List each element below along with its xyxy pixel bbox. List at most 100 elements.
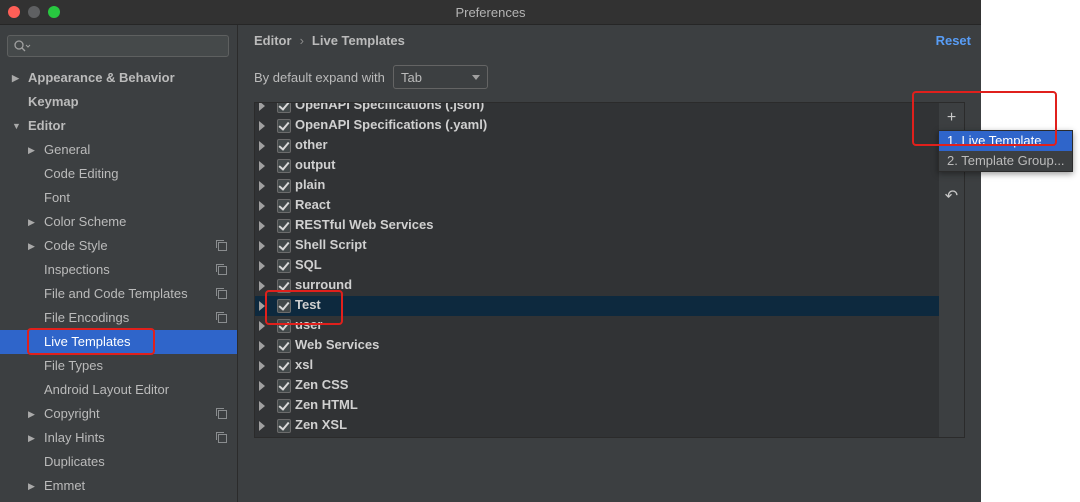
group-enabled-checkbox[interactable] [277,199,291,213]
chevron-right-icon[interactable] [259,281,265,291]
sidebar-item-label: File and Code Templates [44,286,188,301]
group-enabled-checkbox[interactable] [277,239,291,253]
group-enabled-checkbox[interactable] [277,399,291,413]
chevron-right-icon[interactable]: ▶ [28,234,35,258]
template-group-row[interactable]: Web Services [255,336,939,356]
group-enabled-checkbox[interactable] [277,419,291,433]
template-group-name: Shell Script [295,237,367,252]
template-group-row[interactable]: output [255,156,939,176]
sidebar-item[interactable]: ▶ Color Scheme [0,210,237,234]
group-enabled-checkbox[interactable] [277,103,291,113]
template-group-row[interactable]: SQL [255,256,939,276]
project-settings-icon [216,264,227,275]
template-group-row[interactable]: other [255,136,939,156]
expand-with-select[interactable]: Tab [393,65,488,89]
chevron-right-icon[interactable]: ▶ [28,210,35,234]
group-enabled-checkbox[interactable] [277,299,291,313]
sidebar-item[interactable]: ▶ Code Style [0,234,237,258]
template-group-name: other [295,137,328,152]
chevron-right-icon[interactable] [259,381,265,391]
sidebar-item[interactable]: File Encodings [0,306,237,330]
template-group-name: SQL [295,257,322,272]
add-menu-item[interactable]: 2. Template Group... [939,151,1072,171]
sidebar-item[interactable]: ▶ Appearance & Behavior [0,66,237,90]
sidebar-item[interactable]: File Types [0,354,237,378]
template-group-row[interactable]: OpenAPI Specifications (.json) [255,103,939,116]
chevron-right-icon[interactable] [259,241,265,251]
settings-search-input[interactable] [7,35,229,57]
chevron-right-icon[interactable] [259,141,265,151]
chevron-right-icon[interactable] [259,341,265,351]
expand-with-value: Tab [401,70,422,85]
add-icon[interactable]: + [941,108,962,128]
sidebar-item[interactable]: ▼ Editor [0,114,237,138]
group-enabled-checkbox[interactable] [277,379,291,393]
sidebar-item[interactable]: ▶ General [0,138,237,162]
sidebar-item[interactable]: Duplicates [0,450,237,474]
chevron-right-icon[interactable]: ▶ [12,66,19,90]
chevron-right-icon[interactable] [259,121,265,131]
reset-link[interactable]: Reset [936,33,971,48]
group-enabled-checkbox[interactable] [277,359,291,373]
template-group-row[interactable]: plain [255,176,939,196]
sidebar-item[interactable]: Inspections [0,258,237,282]
sidebar-item-label: Appearance & Behavior [28,70,175,85]
template-group-name: user [295,317,323,332]
template-group-row[interactable]: Zen XSL [255,416,939,436]
sidebar-item-label: Font [44,190,71,205]
template-group-row[interactable]: surround [255,276,939,296]
sidebar-item[interactable]: Keymap [0,90,237,114]
template-group-name: OpenAPI Specifications (.yaml) [295,117,488,132]
add-menu-item[interactable]: 1. Live Template [939,131,1072,151]
chevron-right-icon[interactable] [259,103,265,111]
sidebar-item-label: Editor [28,118,66,133]
template-group-name: Test [295,297,321,312]
template-groups-list[interactable]: OpenAPI Specifications (.json) OpenAPI Sp… [254,102,940,438]
group-enabled-checkbox[interactable] [277,279,291,293]
sidebar-item-label: Code Style [44,238,108,253]
group-enabled-checkbox[interactable] [277,219,291,233]
group-enabled-checkbox[interactable] [277,259,291,273]
template-group-row[interactable]: Test [255,296,939,316]
template-group-row[interactable]: Shell Script [255,236,939,256]
sidebar-item[interactable]: File and Code Templates [0,282,237,306]
template-group-row[interactable]: React [255,196,939,216]
window-title: Preferences [455,5,526,20]
chevron-right-icon[interactable]: ▶ [28,138,35,162]
chevron-right-icon[interactable] [259,361,265,371]
sidebar-item[interactable]: Font [0,186,237,210]
chevron-right-icon[interactable] [259,261,265,271]
chevron-down-icon[interactable]: ▼ [12,114,21,138]
template-group-name: surround [295,277,353,292]
template-group-row[interactable]: RESTful Web Services [255,216,939,236]
template-group-row[interactable]: Zen CSS [255,376,939,396]
sidebar-item[interactable]: Code Editing [0,162,237,186]
group-enabled-checkbox[interactable] [277,179,291,193]
group-enabled-checkbox[interactable] [277,159,291,173]
restore-icon[interactable]: ↶ [941,187,962,207]
sidebar-item[interactable]: ▶ Emmet [0,474,237,498]
template-group-row[interactable]: user [255,316,939,336]
template-group-row[interactable]: Zen HTML [255,396,939,416]
sidebar-item[interactable]: ▶ Copyright [0,402,237,426]
chevron-right-icon[interactable] [259,421,265,431]
group-enabled-checkbox[interactable] [277,339,291,353]
chevron-right-icon[interactable] [259,181,265,191]
chevron-right-icon[interactable] [259,201,265,211]
chevron-right-icon[interactable] [259,401,265,411]
chevron-right-icon[interactable] [259,301,265,311]
chevron-right-icon[interactable]: ▶ [28,402,35,426]
template-group-row[interactable]: OpenAPI Specifications (.yaml) [255,116,939,136]
group-enabled-checkbox[interactable] [277,139,291,153]
sidebar-item[interactable]: ▶ Inlay Hints [0,426,237,450]
group-enabled-checkbox[interactable] [277,319,291,333]
sidebar-item[interactable]: Android Layout Editor [0,378,237,402]
chevron-right-icon[interactable] [259,321,265,331]
template-group-row[interactable]: xsl [255,356,939,376]
chevron-right-icon[interactable]: ▶ [28,474,35,498]
chevron-right-icon[interactable] [259,221,265,231]
chevron-right-icon[interactable]: ▶ [28,426,35,450]
chevron-right-icon[interactable] [259,161,265,171]
group-enabled-checkbox[interactable] [277,119,291,133]
sidebar-item[interactable]: Live Templates [0,330,237,354]
